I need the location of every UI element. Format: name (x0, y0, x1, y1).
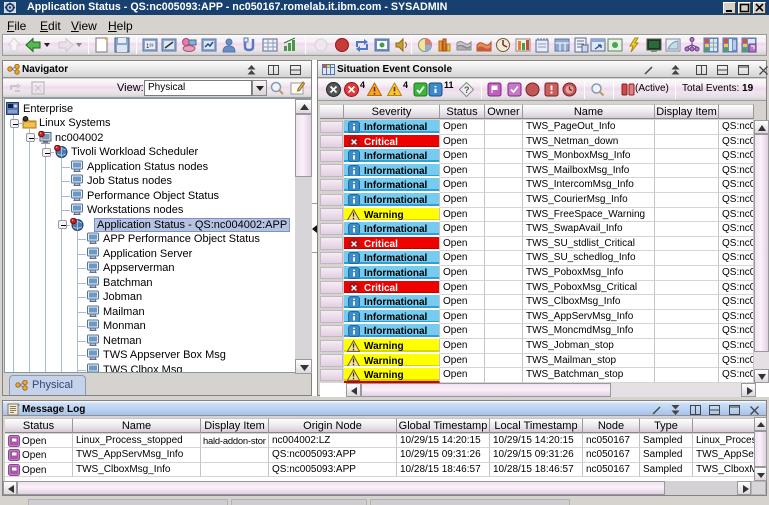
svg-text:?: ? (464, 85, 470, 95)
svg-text:1²³: 1²³ (146, 44, 153, 50)
